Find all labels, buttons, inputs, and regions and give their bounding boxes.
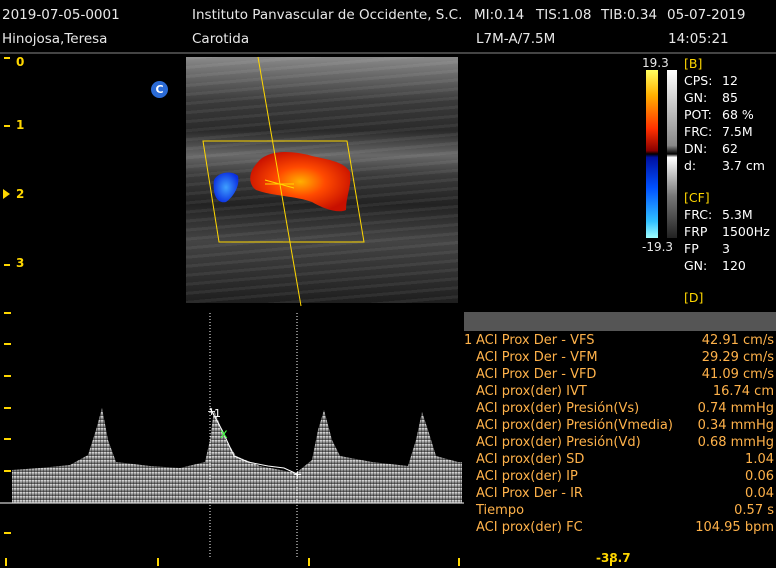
- measurement-value: 0.57 s: [734, 503, 774, 518]
- graybar: [667, 70, 677, 238]
- param-key: CPS:: [684, 73, 713, 88]
- param-key: GN:: [684, 90, 708, 105]
- measurement-value: 104.95 bpm: [695, 520, 774, 535]
- param-key: FRC:: [684, 124, 713, 139]
- measurement-value: 29.29 cm/s: [701, 350, 774, 365]
- measurement-label: ACI prox(der) Presión(Vd): [476, 435, 641, 450]
- measurement-value: 42.91 cm/s: [701, 333, 774, 348]
- colorbar-max: 19.3: [642, 56, 669, 70]
- param-value: 62: [722, 141, 738, 156]
- param-key: POT:: [684, 107, 712, 122]
- measurement-value: 0.04: [745, 486, 774, 501]
- param-key: FRP: [684, 224, 708, 239]
- param-value: 3: [722, 241, 730, 256]
- measurement-value: 1.04: [745, 452, 774, 467]
- param-value: 68 %: [722, 107, 754, 122]
- param-key: DN:: [684, 141, 708, 156]
- param-value: 7.5M: [722, 124, 753, 139]
- measurement-value: 0.74 mmHg: [697, 401, 774, 416]
- measurement-label: ACI prox(der) IP: [476, 469, 578, 484]
- param-key: GN:: [684, 258, 708, 273]
- b-mode-title: [B]: [684, 56, 703, 71]
- measurement-label: ACI prox(der) Presión(Vs): [476, 401, 640, 416]
- measurement-panel-header[interactable]: [464, 312, 776, 331]
- param-key: d:: [684, 158, 697, 173]
- measurement-number: 1: [464, 333, 473, 348]
- measurement-label: ACI prox(der) IVT: [476, 384, 587, 399]
- measurement-label: ACI prox(der) Presión(Vmedia): [476, 418, 673, 433]
- color-flow-blue: [213, 172, 239, 203]
- param-value: 120: [722, 258, 746, 273]
- measurement-label: ACI Prox Der - IR: [476, 486, 583, 501]
- svg-text:+: +: [293, 468, 302, 481]
- cf-mode-title: [CF]: [684, 190, 710, 205]
- colorbar: [646, 70, 658, 238]
- measurement-label: ACI Prox Der - VFM: [476, 350, 598, 365]
- measurement-value: 0.34 mmHg: [697, 418, 774, 433]
- measurement-value: 16.74 cm: [712, 384, 774, 399]
- measurement-label: ACI prox(der) FC: [476, 520, 583, 535]
- measurement-label: ACI Prox Der - VFS: [476, 333, 595, 348]
- caliper-label: 1: [214, 407, 221, 420]
- param-value: 3.7 cm: [722, 158, 765, 173]
- param-value: 85: [722, 90, 738, 105]
- param-value: 1500Hz: [722, 224, 770, 239]
- param-value: 5.3M: [722, 207, 753, 222]
- d-mode-title: [D]: [684, 290, 704, 305]
- measurement-value: 0.68 mmHg: [697, 435, 774, 450]
- measurement-value: 0.06: [745, 469, 774, 484]
- color-flow-red: [250, 152, 351, 212]
- velocity-readout: -38.7: [596, 551, 631, 565]
- svg-text:x: x: [220, 427, 228, 442]
- measurement-label: Tiempo: [476, 503, 525, 518]
- param-value: 12: [722, 73, 738, 88]
- measurement-value: 41.09 cm/s: [701, 367, 774, 382]
- param-key: FP: [684, 241, 699, 256]
- doppler-spectrum[interactable]: + + x: [0, 303, 464, 558]
- measurement-label: ACI Prox Der - VFD: [476, 367, 597, 382]
- spectral-waveform: [12, 408, 462, 503]
- measurement-label: ACI prox(der) SD: [476, 452, 585, 467]
- param-key: FRC:: [684, 207, 713, 222]
- colorbar-min: -19.3: [642, 240, 674, 254]
